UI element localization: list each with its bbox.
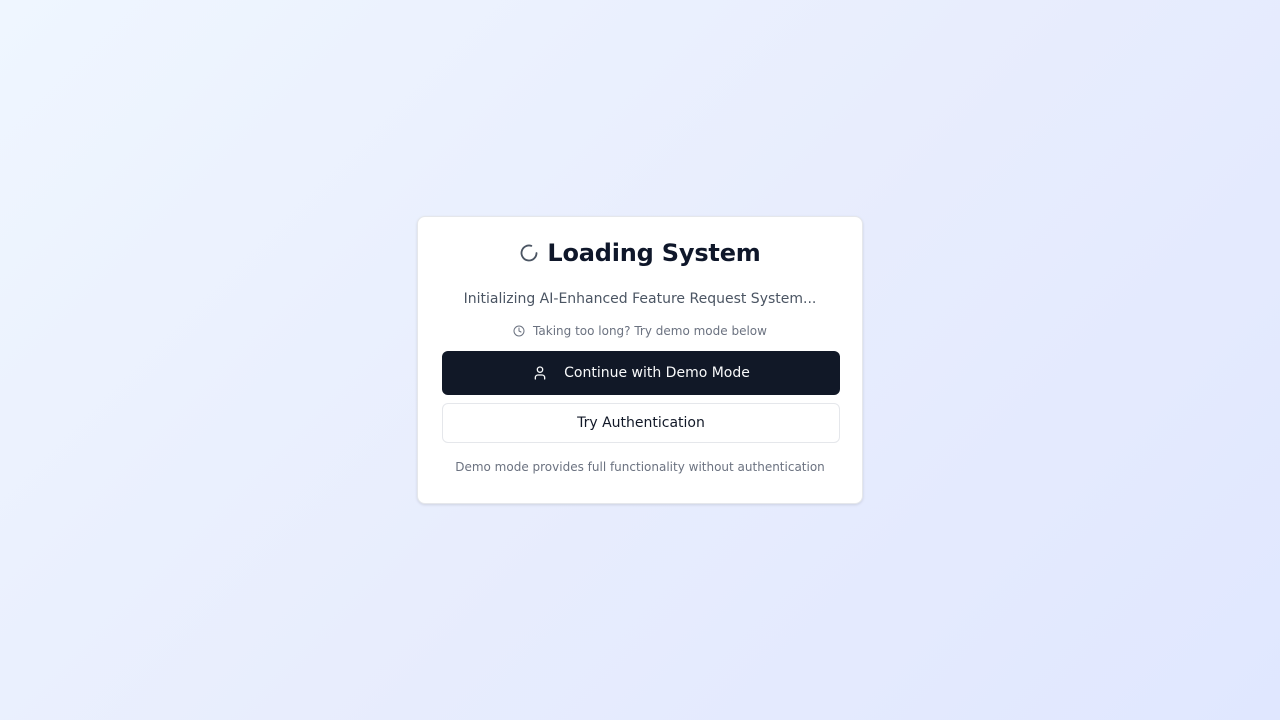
status-message: Initializing AI-Enhanced Feature Request… [463,291,817,307]
page-title: Loading System [547,239,761,267]
continue-demo-label: Continue with Demo Mode [564,365,750,381]
loading-card: Loading System Initializing AI-Enhanced … [417,216,863,504]
try-authentication-label: Try Authentication [577,415,705,431]
footnote-text: Demo mode provides full functionality wi… [455,460,825,474]
user-icon [532,365,548,381]
spinner-icon [519,243,539,263]
card-header: Loading System [442,238,838,268]
hint-text: Taking too long? Try demo mode below [533,324,767,338]
hint-row: Taking too long? Try demo mode below [442,323,838,339]
try-authentication-button[interactable]: Try Authentication [442,403,840,443]
continue-demo-button[interactable]: Continue with Demo Mode [442,351,840,395]
clock-icon [513,325,525,337]
